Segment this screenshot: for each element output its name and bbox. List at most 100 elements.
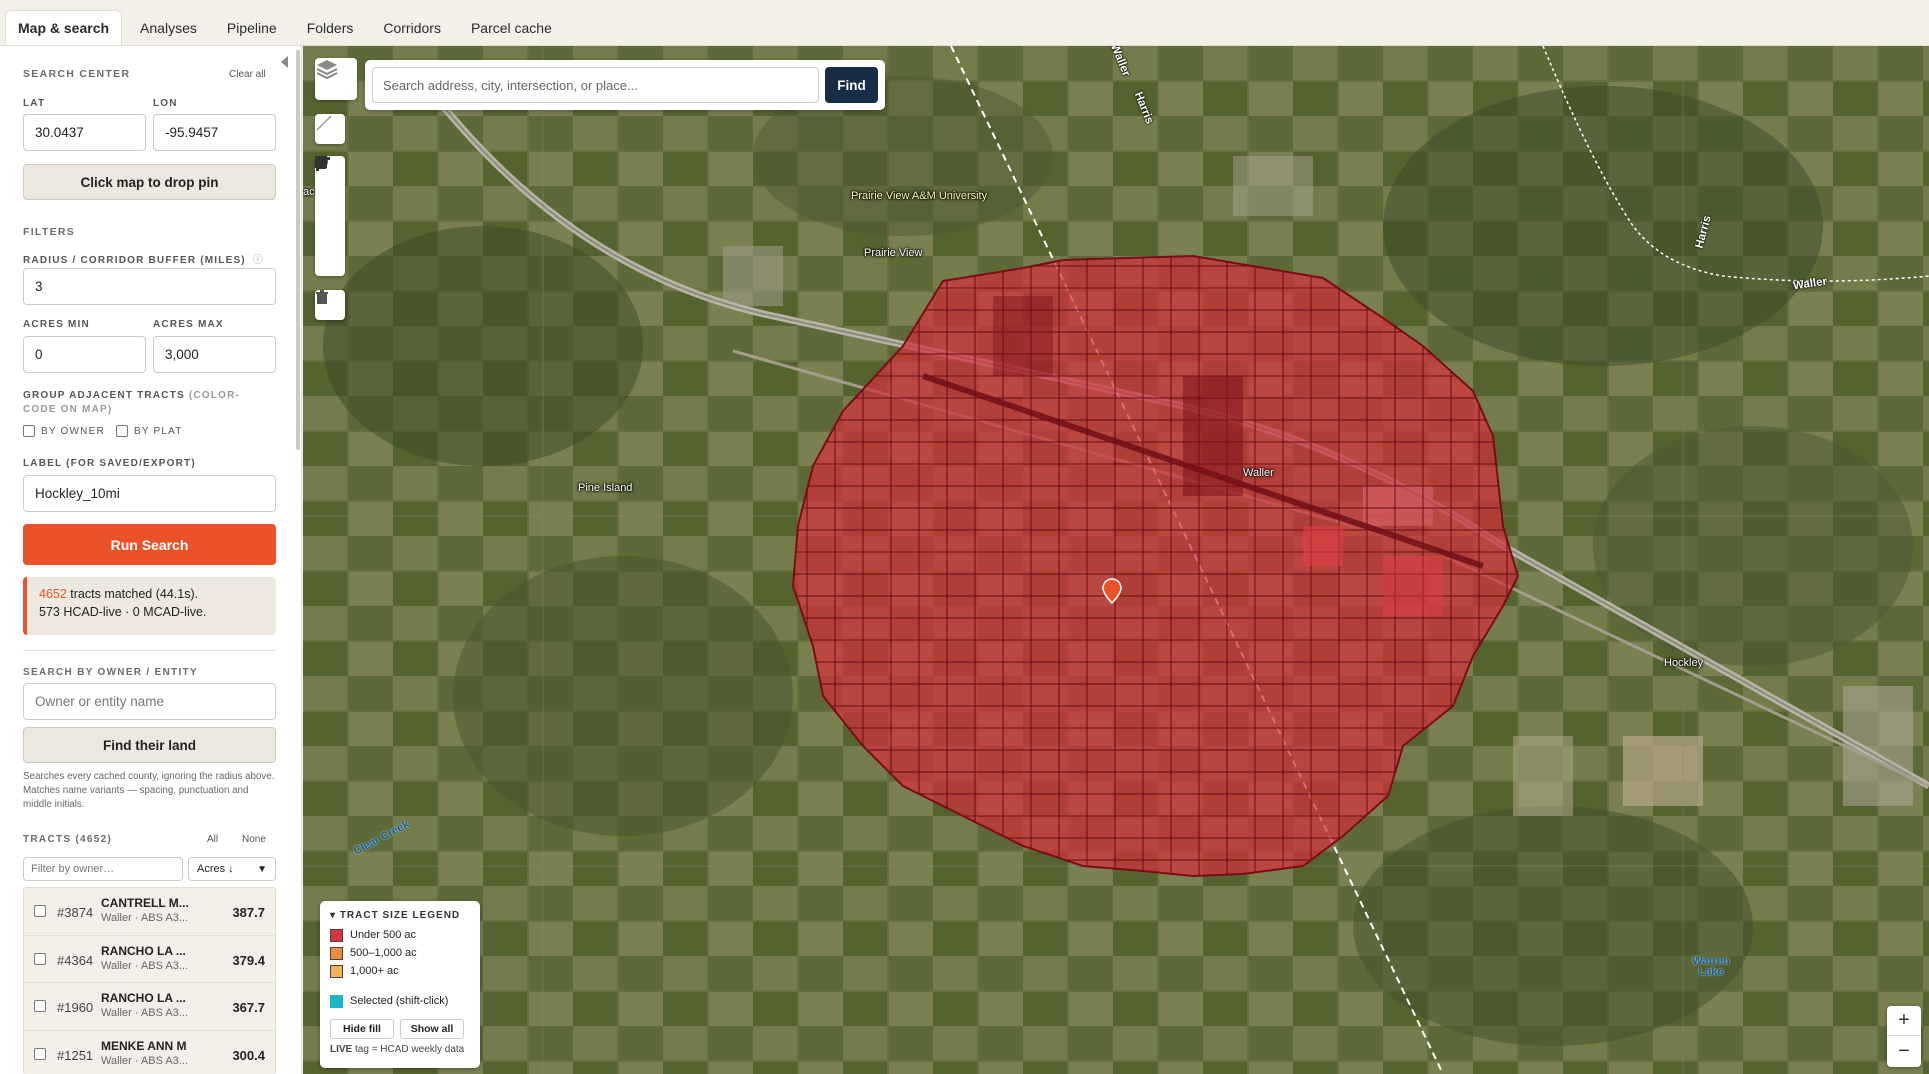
drop-pin-button[interactable]: Click map to drop pin — [23, 164, 276, 200]
tract-list: #3874 CANTRELL M... Waller · ABS A3... 3… — [23, 887, 276, 1074]
lat-input[interactable]: 30.0437 — [23, 114, 146, 151]
select-all-link[interactable]: All — [207, 834, 218, 845]
tab-folders[interactable]: Folders — [295, 10, 366, 45]
run-search-button[interactable]: Run Search — [23, 524, 276, 565]
tract-number: #1960 — [57, 1000, 94, 1015]
radius-label: RADIUS / CORRIDOR BUFFER (MILES) ⓘ — [23, 251, 264, 266]
radius-input[interactable]: 3 — [23, 268, 276, 305]
tract-number: #4364 — [57, 952, 94, 968]
tract-row[interactable]: #1960 RANCHO LA ... Waller · ABS A3... 3… — [24, 983, 275, 1031]
by-plat-checkbox[interactable] — [116, 425, 128, 437]
map-canvas[interactable]: Search address, city, intersection, or p… — [303, 46, 1929, 1074]
tract-owner: MENKE ANN M — [101, 1038, 187, 1053]
legend-item-label: Under 500 ac — [350, 929, 417, 941]
tab-analyses[interactable]: Analyses — [128, 10, 209, 45]
sort-select-value: Acres ↓ — [197, 863, 234, 875]
by-owner-label: BY OWNER — [41, 425, 105, 437]
find-their-land-button[interactable]: Find their land — [23, 727, 276, 763]
acres-max-input[interactable]: 3,000 — [153, 336, 276, 373]
rectangle-tool-button[interactable] — [315, 156, 345, 246]
group-adjacent-label-main: GROUP ADJACENT TRACTS — [23, 390, 185, 401]
place-label-waller: Waller — [1243, 467, 1274, 479]
acres-min-input[interactable]: 0 — [23, 336, 146, 373]
water-label-warren-lake: Warren Lake — [1692, 955, 1730, 978]
legend-swatch — [330, 994, 343, 1008]
tab-pipeline[interactable]: Pipeline — [215, 10, 289, 45]
tract-checkbox[interactable] — [34, 952, 46, 965]
collapse-sidebar-icon[interactable] — [281, 56, 288, 68]
tract-owner: RANCHO LA ... — [101, 943, 186, 958]
by-owner-checkbox-row[interactable]: BY OWNER — [23, 425, 105, 437]
by-owner-checkbox[interactable] — [23, 425, 35, 437]
tract-size-legend: ▾ TRACT SIZE LEGEND Under 500 ac 500–1,0… — [320, 901, 480, 1068]
tract-detail: Waller · ABS A3... — [101, 1007, 189, 1019]
legend-swatch — [330, 928, 343, 942]
tract-detail: Waller · ABS A3... — [101, 1054, 189, 1067]
legend-swatch — [330, 946, 343, 960]
polygon-tool-button[interactable] — [315, 157, 345, 216]
hide-fill-button[interactable]: Hide fill — [330, 1019, 394, 1039]
show-all-button[interactable]: Show all — [400, 1019, 464, 1039]
place-label-pvamu: Prairie View A&M University — [851, 190, 988, 202]
by-plat-checkbox-row[interactable]: BY PLAT — [116, 425, 183, 437]
satellite-imagery — [303, 46, 1929, 1074]
map-search-bar: Search address, city, intersection, or p… — [365, 60, 885, 110]
tract-row[interactable]: #3874 CANTRELL M... Waller · ABS A3... 3… — [24, 888, 275, 936]
tract-checkbox[interactable] — [34, 1047, 46, 1060]
legend-collapse-icon[interactable]: ▾ — [330, 910, 340, 921]
line-icon — [316, 115, 332, 131]
result-line-2: 573 HCAD-live · 0 MCAD-live. — [39, 605, 207, 619]
acres-max-label: ACRES MAX — [153, 319, 224, 330]
tract-row[interactable]: #4364 RANCHO LA ... Waller · ABS A3... 3… — [24, 935, 275, 983]
sidebar: SEARCH CENTER Clear all LAT LON 30.0437 … — [0, 46, 302, 1074]
owner-search-input[interactable]: Owner or entity name — [23, 683, 276, 720]
label-input[interactable]: Hockley_10mi — [23, 475, 276, 512]
draw-toolbar — [315, 156, 345, 276]
tab-corridors[interactable]: Corridors — [371, 10, 453, 45]
find-button[interactable]: Find — [825, 67, 878, 103]
label-field-label: LABEL (FOR SAVED/EXPORT) — [23, 458, 196, 469]
zoom-in-button[interactable]: + — [1887, 1006, 1921, 1036]
layers-button[interactable] — [315, 58, 357, 100]
info-icon[interactable]: ⓘ — [253, 255, 264, 266]
legend-swatch — [330, 964, 343, 978]
owner-search-title: SEARCH BY OWNER / ENTITY — [23, 667, 198, 678]
lat-label: LAT — [23, 98, 46, 109]
legend-item-label: Selected (shift-click) — [350, 995, 449, 1007]
top-nav: Map & search Analyses Pipeline Folders C… — [0, 0, 1929, 46]
tracts-title: TRACTS (4652) — [23, 834, 113, 845]
legend-title-row[interactable]: ▾ TRACT SIZE LEGEND — [330, 910, 470, 921]
zoom-out-button[interactable]: − — [1887, 1036, 1921, 1066]
tract-acres: 387.7 — [232, 905, 265, 920]
tract-acres: 379.4 — [232, 952, 265, 968]
by-plat-label: BY PLAT — [134, 425, 183, 437]
tab-parcel-cache[interactable]: Parcel cache — [459, 10, 564, 45]
divider — [23, 650, 276, 651]
result-count: 4652 — [39, 587, 67, 601]
layers-icon — [316, 60, 338, 80]
circle-tool-button[interactable] — [315, 156, 345, 276]
tract-number: #1251 — [57, 1047, 94, 1063]
tract-row[interactable]: #1251 MENKE ANN M Waller · ABS A3... 300… — [24, 1030, 275, 1074]
lon-input[interactable]: -95.9457 — [153, 114, 276, 151]
tract-owner: RANCHO LA ... — [101, 991, 186, 1005]
clear-all-link[interactable]: Clear all — [229, 69, 266, 80]
zoom-control: + − — [1887, 1006, 1921, 1067]
tract-checkbox[interactable] — [34, 1000, 46, 1012]
select-none-link[interactable]: None — [242, 834, 266, 845]
tract-filter-input[interactable]: Filter by owner… — [23, 857, 183, 881]
delete-tool-button[interactable] — [315, 290, 345, 320]
line-tool-button[interactable] — [315, 114, 345, 144]
legend-item-1000-plus: 1,000+ ac — [330, 962, 470, 980]
result-line-1: 4652 tracts matched (44.1s). — [39, 585, 264, 603]
chevron-down-icon: ▼ — [257, 863, 267, 875]
filters-title: FILTERS — [23, 226, 76, 238]
owner-search-note: Searches every cached county, ignoring t… — [23, 771, 275, 810]
tract-detail: Waller · ABS A3... — [101, 959, 189, 972]
map-search-input[interactable]: Search address, city, intersection, or p… — [372, 67, 819, 103]
tab-map-search[interactable]: Map & search — [5, 10, 123, 45]
tract-checkbox[interactable] — [34, 905, 46, 917]
sidebar-scrollbar[interactable] — [296, 50, 300, 450]
legend-footnote-text: tag = HCAD weekly data — [352, 1044, 465, 1055]
sort-select[interactable]: Acres ↓ ▼ — [188, 857, 276, 881]
